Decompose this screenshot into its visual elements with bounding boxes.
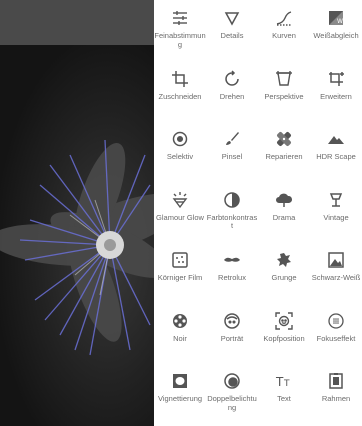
frame-icon [327, 372, 345, 390]
tool-hdr-scape[interactable]: HDR Scape [310, 121, 362, 182]
selective-target-icon [171, 130, 189, 148]
tonal-contrast-icon [223, 191, 241, 209]
tool-details[interactable]: Details [206, 0, 258, 61]
tool-label: Fokuseffekt [316, 333, 356, 343]
tool-noir[interactable]: Noir [154, 303, 206, 364]
black-white-icon [327, 251, 345, 269]
expand-icon [327, 70, 345, 88]
tool-perspektive[interactable]: Perspektive [258, 61, 310, 122]
svg-text:W: W [337, 18, 343, 25]
focus-effect-icon [327, 312, 345, 330]
tool-weissabgleich[interactable]: W Weißabgleich [310, 0, 362, 61]
tool-glamour-glow[interactable]: Glamour Glow [154, 182, 206, 243]
tool-retrolux[interactable]: Retrolux [206, 242, 258, 303]
tool-label: Reparieren [265, 152, 303, 161]
head-pose-icon [275, 311, 293, 330]
white-balance-icon: W [327, 9, 345, 27]
lamp-icon [327, 191, 345, 209]
tool-label: Farbtonkontrast [206, 212, 258, 230]
tool-text[interactable]: TT Text [258, 363, 310, 424]
tool-label: Glamour Glow [156, 212, 204, 222]
flower-image [0, 45, 154, 426]
tool-grunge[interactable]: Grunge [258, 242, 310, 303]
tool-label: Vintage [323, 212, 349, 222]
tool-label: Noir [173, 333, 187, 343]
tool-label: Zuschneiden [158, 91, 202, 101]
tool-label: Kurven [272, 31, 296, 40]
tool-label: Feinabstimmung [154, 31, 206, 49]
tools-panel: Feinabstimmung Details Kurven W Weißabgl… [154, 0, 362, 426]
tool-drama[interactable]: Drama [258, 182, 310, 243]
tool-label: Körniger Film [157, 273, 203, 282]
brush-icon [223, 130, 241, 148]
tool-label: Schwarz-Weiß [311, 273, 361, 282]
tool-selektiv[interactable]: Selektiv [154, 121, 206, 182]
cloud-icon [275, 191, 293, 209]
tool-portraet[interactable]: Porträt [206, 303, 258, 364]
healing-bandage-icon [275, 130, 293, 148]
tool-label: Pinsel [221, 152, 243, 161]
tool-label: Selektiv [166, 152, 194, 161]
tool-kurven[interactable]: Kurven [258, 0, 310, 61]
vignette-icon [171, 372, 189, 390]
tool-label: Porträt [220, 333, 244, 343]
tool-label: Grunge [271, 273, 297, 282]
tool-feinabstimmung[interactable]: Feinabstimmung [154, 0, 206, 61]
grainy-film-icon [171, 251, 189, 269]
tool-erweitern[interactable]: Erweitern [310, 61, 362, 122]
tool-reparieren[interactable]: Reparieren [258, 121, 310, 182]
tool-koerniger-film[interactable]: Körniger Film [154, 242, 206, 303]
curves-icon [275, 9, 293, 27]
tool-label: Doppelbelichtung [207, 394, 257, 412]
face-icon [223, 312, 241, 330]
tool-kopfposition[interactable]: Kopfposition [258, 303, 310, 364]
tool-vignettierung[interactable]: Vignettierung [154, 363, 206, 424]
tool-label: Details [220, 31, 244, 40]
tool-drehen[interactable]: Drehen [206, 61, 258, 122]
details-triangle-icon [223, 9, 241, 27]
mustache-icon [223, 251, 241, 269]
tool-label: Text [277, 394, 291, 403]
svg-text:T: T [275, 375, 284, 389]
tool-label: Kopfposition [263, 333, 305, 343]
tune-sliders-icon [171, 9, 189, 27]
double-exposure-icon [223, 372, 241, 390]
tool-label: Perspektive [264, 91, 304, 101]
grunge-icon [275, 251, 293, 269]
tool-label: Drehen [219, 91, 245, 101]
mountains-icon [327, 130, 345, 148]
photo-preview [0, 0, 154, 426]
tool-label: Vignettierung [157, 394, 203, 403]
tool-doppelbelichtung[interactable]: Doppelbelichtung [206, 363, 258, 424]
text-icon: TT [275, 372, 293, 390]
tool-label: Rahmen [321, 394, 351, 403]
tool-rahmen[interactable]: Rahmen [310, 363, 362, 424]
crop-icon [171, 70, 189, 88]
tool-label: Weißabgleich [313, 31, 359, 40]
tool-fokuseffekt[interactable]: Fokuseffekt [310, 303, 362, 364]
tool-farbtonkontrast[interactable]: Farbtonkontrast [206, 182, 258, 243]
perspective-icon [275, 70, 293, 88]
svg-text:T: T [283, 379, 290, 389]
photo-top-bar [0, 0, 154, 45]
tool-pinsel[interactable]: Pinsel [206, 121, 258, 182]
film-reel-icon [171, 312, 189, 330]
tool-schwarz-weiss[interactable]: Schwarz-Weiß [310, 242, 362, 303]
tool-vintage[interactable]: Vintage [310, 182, 362, 243]
tool-label: Drama [272, 212, 296, 222]
tool-label: HDR Scape [316, 152, 356, 161]
tool-label: Retrolux [218, 273, 246, 282]
tools-grid: Feinabstimmung Details Kurven W Weißabgl… [154, 0, 362, 424]
glamour-glow-icon [171, 191, 189, 209]
tool-label: Erweitern [320, 91, 352, 101]
tool-zuschneiden[interactable]: Zuschneiden [154, 61, 206, 122]
rotate-icon [223, 69, 241, 88]
